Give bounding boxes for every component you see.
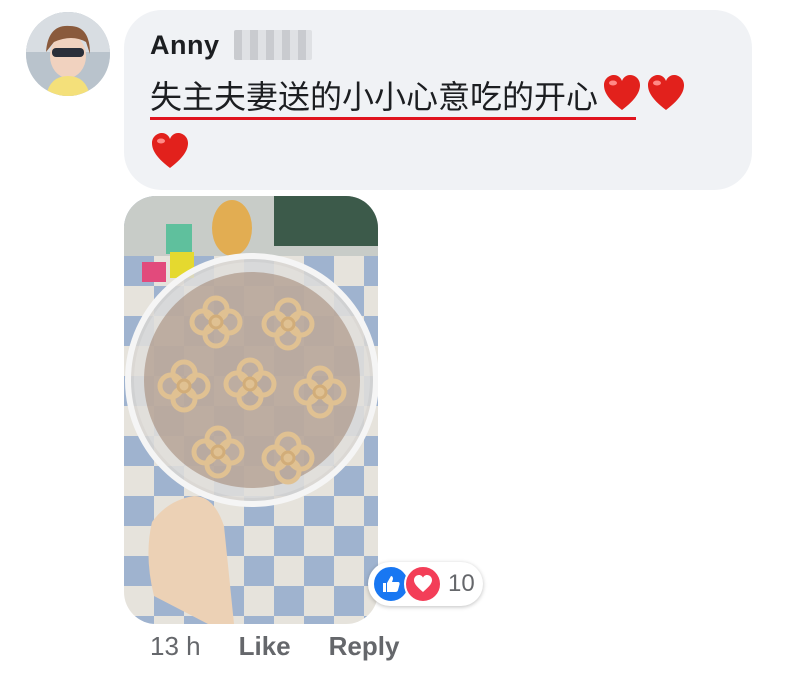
cookie-tray-photo	[124, 196, 378, 624]
like-button[interactable]: Like	[239, 631, 291, 662]
heart-emoji-icon	[648, 75, 685, 110]
avatar-photo	[26, 12, 110, 96]
love-reaction-icon	[404, 565, 442, 603]
reply-button[interactable]: Reply	[329, 631, 400, 662]
comment-photo-attachment[interactable]	[124, 196, 378, 624]
red-underline-annotation	[150, 117, 636, 120]
comment-actions: 13 h Like Reply	[150, 628, 399, 664]
reaction-count: 10	[448, 570, 475, 597]
comment-author-row: Anny	[150, 28, 312, 62]
comment-timestamp[interactable]: 13 h	[150, 631, 201, 662]
heart-emoji-icon	[152, 133, 188, 168]
reactions-summary[interactable]: 10	[368, 562, 483, 606]
comment-body: 失主夫妻送的小小心意吃的开心	[150, 78, 599, 116]
comment-text-line-2	[150, 132, 190, 172]
author-name[interactable]: Anny	[150, 30, 220, 61]
comment-text: 失主夫妻送的小小心意吃的开心	[150, 74, 740, 119]
heart-emoji-icon	[604, 75, 641, 110]
redacted-name-block	[233, 30, 312, 60]
avatar[interactable]	[26, 12, 110, 96]
